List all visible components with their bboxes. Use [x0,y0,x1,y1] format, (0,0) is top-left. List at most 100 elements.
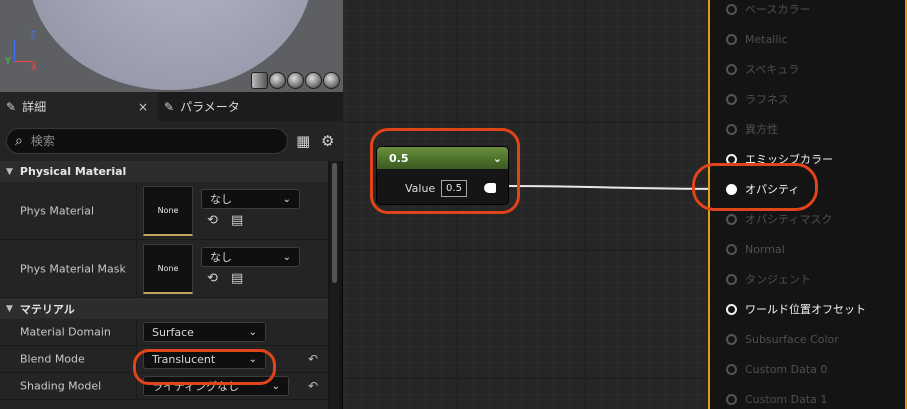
pin-emissive-color[interactable]: エミッシブカラー [726,150,833,168]
material-result-node[interactable]: ベースカラー Metallic スペキュラ ラフネス 異方性 エミッシブカラー … [708,0,907,409]
scrollbar-thumb[interactable] [332,163,337,283]
pin-specular[interactable]: スペキュラ [726,60,799,78]
asset-thumbnail[interactable]: None [143,186,193,236]
property-label: Phys Material Mask [20,262,126,275]
preview-shape-toolbar [251,72,340,89]
pin-icon [726,363,737,375]
pin-metallic[interactable]: Metallic [726,30,788,48]
asset-dropdown[interactable]: なし ⌄ [201,189,300,209]
browse-asset-icon[interactable]: ▤ [231,213,243,228]
panel-tabbar: ✎ 詳細 × ✎ パラメータ [0,92,343,121]
pin-label: オパシティ [745,183,800,196]
pin-icon [726,63,737,75]
pin-icon [726,183,737,195]
details-panel: ✎ 詳細 × ✎ パラメータ ⌕ ▦ ⚙ ▼ Physical Material [0,92,343,409]
reset-to-default-icon[interactable]: ↶ [308,352,318,366]
pin-subsurface-color[interactable]: Subsurface Color [726,330,839,348]
pin-label: Metallic [745,32,788,46]
column-divider [136,240,137,297]
plane-icon[interactable] [287,72,304,89]
material-domain-dropdown[interactable]: Surface ⌄ [143,322,266,342]
chevron-down-icon: ⌄ [248,326,257,338]
dropdown-value: Surface [152,325,194,339]
pin-label: Custom Data 1 [745,392,828,406]
pin-label: ラフネス [745,93,789,106]
pin-label: エミッシブカラー [745,153,833,166]
tab-parameters[interactable]: ✎ パラメータ [158,92,246,121]
dropdown-value: Translucent [152,352,216,366]
pin-world-position-offset[interactable]: ワールド位置オフセット [726,300,866,318]
value-label: Value [405,182,436,195]
dropdown-value: ライティングなし [152,380,240,393]
search-row: ⌕ ▦ ⚙ [0,121,343,161]
cylinder-icon[interactable] [251,72,268,89]
caret-down-icon: ▼ [6,303,13,314]
category-physical-material[interactable]: ▼ Physical Material [0,161,328,182]
property-label: Blend Mode [20,352,85,366]
asset-dropdown[interactable]: なし ⌄ [201,247,300,267]
category-material[interactable]: ▼ マテリアル [0,298,328,319]
search-icon: ⌕ [15,133,23,149]
pin-opacity[interactable]: オパシティ [726,180,799,198]
pin-normal[interactable]: Normal [726,240,785,258]
tab-parameters-label: パラメータ [180,100,240,114]
use-selected-asset-icon[interactable]: ⟲ [207,271,218,286]
pin-icon [726,33,737,45]
dropdown-value: なし [210,193,232,206]
constant-node-header[interactable]: 0.5 ⌄ [377,147,508,169]
chevron-down-icon: ⌄ [282,251,291,263]
details-icon: ✎ [6,99,17,114]
pin-icon [726,3,737,15]
shading-model-dropdown[interactable]: ライティングなし ⌄ [143,376,289,396]
chevron-down-icon[interactable]: ⌄ [493,152,502,165]
constant-node-title: 0.5 [389,151,409,165]
pin-tangent[interactable]: タンジェント [726,270,811,288]
close-icon[interactable]: × [134,100,152,114]
pin-base-color[interactable]: ベースカラー [726,0,810,18]
use-selected-asset-icon[interactable]: ⟲ [207,213,218,228]
pin-custom-data-1[interactable]: Custom Data 1 [726,390,827,408]
axis-z-label: Z [30,30,37,41]
search-box[interactable]: ⌕ [6,128,288,154]
column-divider [136,373,137,399]
axis-gizmo [14,40,34,62]
pin-icon [726,153,737,165]
browse-asset-icon[interactable]: ▤ [231,271,243,286]
table-icon[interactable]: ▦ [294,132,313,150]
property-row-shading-model: Shading Model ライティングなし ⌄ ↶ [0,373,328,400]
constant-node[interactable]: 0.5 ⌄ Value 0.5 [376,146,509,205]
pin-label: スペキュラ [745,63,800,76]
pin-opacity-mask[interactable]: オパシティマスク [726,210,832,228]
pin-label: Subsurface Color [745,332,839,346]
value-input[interactable]: 0.5 [441,180,467,197]
tab-details[interactable]: ✎ 詳細 × [0,92,158,121]
pin-label: 異方性 [745,123,778,136]
pin-roughness[interactable]: ラフネス [726,90,789,108]
preview-viewport[interactable]: Z Y X [0,0,343,92]
material-editor: Z Y X ✎ 詳細 × ✎ パラメータ ⌕ 検索 ▦ ⚙ ▼ Physical… [0,0,907,409]
tab-details-label: 詳細 [22,100,47,114]
chevron-down-icon: ⌄ [248,353,257,365]
search-input[interactable] [30,134,261,148]
property-label: Phys Material [20,204,95,217]
chevron-down-icon: ⌄ [271,380,280,392]
teapot-icon[interactable] [323,72,340,89]
column-divider [136,182,137,239]
pin-icon [726,393,737,405]
property-row-blend-mode: Blend Mode Translucent ⌄ ↶ [0,346,328,373]
pin-label: タンジェント [745,273,811,286]
property-list: ▼ Physical Material Phys Material None な… [0,161,328,409]
cube-icon[interactable] [305,72,322,89]
reset-to-default-icon[interactable]: ↶ [308,379,318,393]
asset-thumbnail[interactable]: None [143,244,193,294]
pin-label: ワールド位置オフセット [745,303,866,316]
pin-custom-data-0[interactable]: Custom Data 0 [726,360,827,378]
pin-anisotropy[interactable]: 異方性 [726,120,778,138]
sphere-icon[interactable] [269,72,286,89]
output-pin[interactable] [484,183,496,193]
category-title: Physical Material [19,165,127,178]
gear-icon[interactable]: ⚙ [319,132,338,150]
axis-x-label: X [31,62,38,73]
details-scrollbar[interactable] [330,161,339,409]
blend-mode-dropdown[interactable]: Translucent ⌄ [143,349,266,369]
